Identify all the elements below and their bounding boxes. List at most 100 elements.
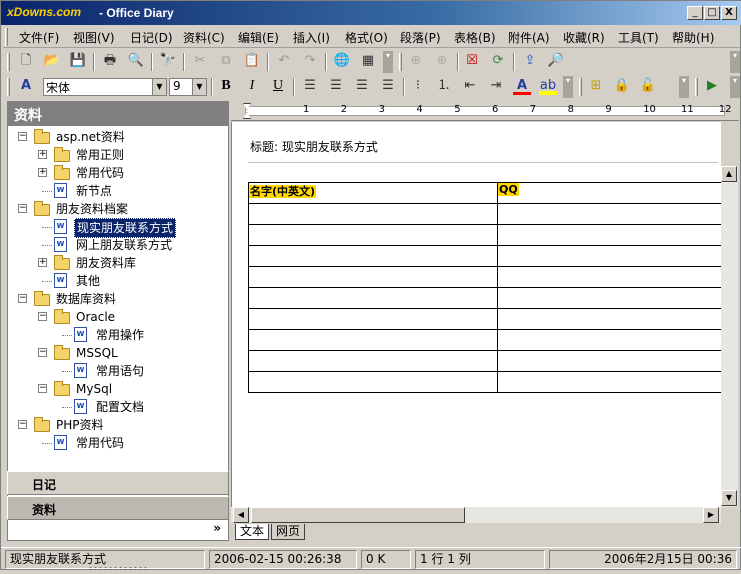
tree-item[interactable]: + 常用正则 bbox=[8, 146, 228, 164]
align-center-icon[interactable]: ☰ bbox=[327, 77, 345, 95]
save-icon[interactable]: 💾 bbox=[69, 52, 87, 70]
export-icon[interactable]: ⇪ bbox=[521, 52, 539, 70]
table-cell[interactable] bbox=[248, 224, 498, 246]
search-icon[interactable]: 🔎 bbox=[547, 52, 565, 70]
tree-item[interactable]: − PHP资料 bbox=[8, 416, 228, 434]
underline-button[interactable]: U bbox=[269, 77, 287, 95]
tree-item[interactable]: − MySql bbox=[8, 380, 228, 398]
collapse-toggle-icon[interactable]: − bbox=[18, 132, 27, 141]
tree-item[interactable]: − 朋友资料档案 bbox=[8, 200, 228, 218]
toolbar-overflow-chevron[interactable]: ▾ bbox=[563, 76, 573, 98]
table-cell[interactable] bbox=[497, 371, 722, 393]
table-cell[interactable] bbox=[497, 287, 722, 309]
new-icon[interactable]: 🗋 bbox=[17, 52, 35, 70]
menu-insert[interactable]: 插入(I) bbox=[293, 29, 330, 46]
menu-paragraph[interactable]: 段落(P) bbox=[400, 29, 441, 46]
scroll-down-icon[interactable]: ▼ bbox=[721, 490, 737, 506]
add-node-icon[interactable]: ⊞ bbox=[587, 77, 605, 95]
toolbar-grip[interactable] bbox=[7, 53, 10, 71]
table-cell[interactable] bbox=[497, 308, 722, 330]
unlock-icon[interactable]: 🔓 bbox=[639, 77, 657, 95]
toolbar-overflow-chevron[interactable]: ▾ bbox=[730, 51, 740, 73]
expand-toggle-icon[interactable]: + bbox=[38, 150, 47, 159]
find-icon[interactable]: 🔭 bbox=[159, 52, 177, 70]
collapse-toggle-icon[interactable]: − bbox=[38, 348, 47, 357]
scroll-up-icon[interactable]: ▲ bbox=[721, 166, 737, 182]
web-link-icon[interactable]: 🌐 bbox=[333, 52, 351, 70]
menu-format[interactable]: 格式(O) bbox=[345, 29, 388, 46]
collapse-toggle-icon[interactable]: − bbox=[18, 420, 27, 429]
collapse-toggle-icon[interactable]: − bbox=[38, 312, 47, 321]
table-cell[interactable] bbox=[497, 245, 722, 267]
table-cell[interactable] bbox=[248, 266, 498, 288]
font-name-select[interactable]: 宋体 ▼ bbox=[43, 78, 167, 96]
menu-data[interactable]: 资料(C) bbox=[183, 29, 225, 46]
tree-item[interactable]: − 数据库资料 bbox=[8, 290, 228, 308]
menu-edit[interactable]: 编辑(E) bbox=[238, 29, 279, 46]
menu-help[interactable]: 帮助(H) bbox=[672, 29, 714, 46]
table-cell[interactable] bbox=[248, 245, 498, 267]
paste-icon[interactable]: 📋 bbox=[243, 52, 261, 70]
horizontal-scrollbar[interactable]: ◀ ▶ bbox=[231, 507, 721, 523]
nav-more-chevron[interactable]: » bbox=[7, 521, 229, 541]
font-icon[interactable]: A bbox=[17, 77, 35, 95]
table-cell[interactable] bbox=[497, 266, 722, 288]
tab-text[interactable]: 文本 bbox=[235, 524, 270, 540]
redo-icon[interactable]: ↷ bbox=[301, 52, 319, 70]
toolbar-overflow-chevron[interactable]: ▾ bbox=[730, 76, 740, 98]
justify-icon[interactable]: ☰ bbox=[379, 77, 397, 95]
scroll-left-icon[interactable]: ◀ bbox=[233, 507, 249, 523]
tree-item[interactable]: W 常用语句 bbox=[8, 362, 228, 380]
table-header-cell[interactable]: 名字(中英文) bbox=[248, 182, 498, 204]
align-left-icon[interactable]: ☰ bbox=[301, 77, 319, 95]
tab-web[interactable]: 网页 bbox=[271, 524, 306, 540]
numbered-list-icon[interactable]: ⒈ bbox=[435, 77, 453, 95]
table-cell[interactable] bbox=[248, 371, 498, 393]
insert-table-icon[interactable]: ▦ bbox=[359, 52, 377, 70]
toolbar-grip[interactable] bbox=[579, 78, 582, 96]
bullet-list-icon[interactable]: ⁝ bbox=[409, 77, 427, 95]
delete-icon[interactable]: ☒ bbox=[463, 52, 481, 70]
tree-item[interactable]: W 配置文档 bbox=[8, 398, 228, 416]
highlight-icon[interactable]: ab bbox=[539, 77, 557, 95]
menu-favorites[interactable]: 收藏(R) bbox=[563, 29, 605, 46]
table-cell[interactable] bbox=[248, 350, 498, 372]
toolbar-overflow-chevron[interactable]: ▾ bbox=[679, 76, 689, 98]
table-cell[interactable] bbox=[497, 224, 722, 246]
chevron-down-icon[interactable]: ▼ bbox=[152, 79, 166, 95]
table-cell[interactable] bbox=[248, 329, 498, 351]
font-size-select[interactable]: 9 ▼ bbox=[169, 78, 207, 96]
menu-view[interactable]: 视图(V) bbox=[73, 29, 115, 46]
ruler[interactable]: 12345678910111213 bbox=[231, 101, 739, 121]
collapse-toggle-icon[interactable]: − bbox=[18, 294, 27, 303]
tree-item[interactable]: W 新节点 bbox=[8, 182, 228, 200]
horizontal-scroll-thumb[interactable] bbox=[251, 507, 465, 523]
toolbar-grip[interactable] bbox=[7, 78, 10, 96]
table-cell[interactable] bbox=[248, 203, 498, 225]
scroll-right-icon[interactable]: ▶ bbox=[703, 507, 719, 523]
table-cell[interactable] bbox=[497, 350, 722, 372]
menu-diary[interactable]: 日记(D) bbox=[130, 29, 173, 46]
next-icon[interactable]: ⊕ bbox=[433, 52, 451, 70]
tree-item[interactable]: W 现实朋友联系方式 bbox=[8, 218, 228, 238]
toolbar-grip[interactable] bbox=[399, 53, 402, 71]
menu-attachment[interactable]: 附件(A) bbox=[508, 29, 550, 46]
table-cell[interactable] bbox=[497, 203, 722, 225]
maximize-button[interactable]: □ bbox=[704, 6, 720, 20]
open-folder-icon[interactable]: 📂 bbox=[43, 52, 61, 70]
table-cell[interactable] bbox=[248, 287, 498, 309]
play-icon[interactable]: ▶ bbox=[703, 77, 721, 95]
tree-item[interactable]: W 其他 bbox=[8, 272, 228, 290]
collapse-toggle-icon[interactable]: − bbox=[38, 384, 47, 393]
italic-button[interactable]: I bbox=[243, 77, 261, 95]
tree-item[interactable]: − MSSQL bbox=[8, 344, 228, 362]
table-header-cell[interactable]: QQ bbox=[497, 182, 722, 204]
menu-file[interactable]: 文件(F) bbox=[19, 29, 59, 46]
table-cell[interactable] bbox=[497, 329, 722, 351]
toolbar-overflow-chevron[interactable]: ▾ bbox=[383, 51, 393, 73]
outdent-icon[interactable]: ⇤ bbox=[461, 77, 479, 95]
undo-icon[interactable]: ↶ bbox=[275, 52, 293, 70]
nav-data-button[interactable]: 资料 bbox=[7, 496, 229, 520]
menu-tools[interactable]: 工具(T) bbox=[618, 29, 659, 46]
print-icon[interactable]: 🖶 bbox=[101, 52, 119, 70]
